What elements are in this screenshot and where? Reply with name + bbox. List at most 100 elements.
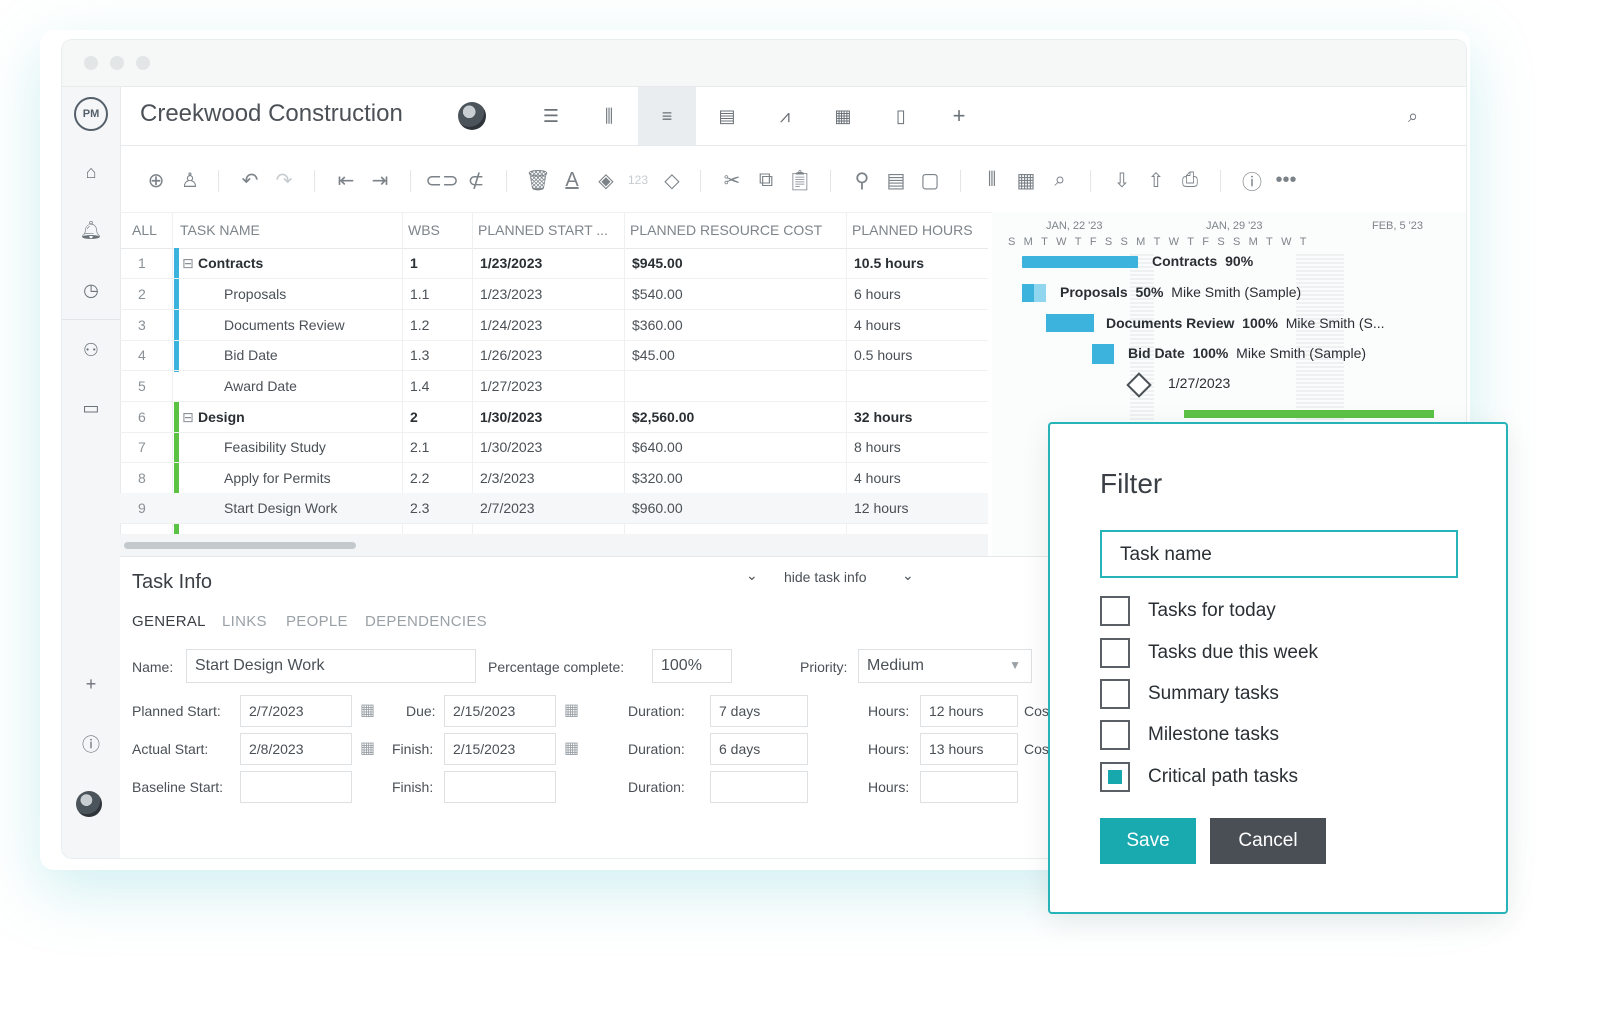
col-task-name[interactable]: TASK NAME xyxy=(180,222,260,238)
unlink-icon[interactable]: ⊄ xyxy=(462,166,490,194)
home-icon[interactable]: ⌂ xyxy=(78,159,104,185)
baseline-duration-field[interactable] xyxy=(710,771,808,803)
copy-icon[interactable]: ⧉ xyxy=(752,166,780,194)
undo-icon[interactable]: ↶ xyxy=(236,166,264,194)
tab-general[interactable]: GENERAL xyxy=(132,613,206,630)
col-resource-cost[interactable]: PLANNED RESOURCE COST xyxy=(630,222,822,238)
chevron-down-icon[interactable]: ⌄ xyxy=(902,567,914,584)
baseline-hours-field[interactable] xyxy=(920,771,1018,803)
cancel-button[interactable]: Cancel xyxy=(1210,818,1326,864)
redo-icon[interactable]: ↷ xyxy=(270,166,298,194)
table-row[interactable]: 7 Feasibility Study 2.1 1/30/2023 $640.0… xyxy=(120,432,988,463)
duration-field[interactable]: 7 days xyxy=(710,695,808,727)
checkbox-tasks-today[interactable] xyxy=(1100,596,1130,626)
files-view-icon[interactable]: ▯ xyxy=(872,87,930,145)
add-icon[interactable]: + xyxy=(78,671,104,697)
save-button[interactable]: Save xyxy=(1100,818,1196,864)
hours-field[interactable]: 12 hours xyxy=(920,695,1018,727)
fill-color-icon[interactable]: ◈ xyxy=(592,166,620,194)
tab-dependencies[interactable]: DEPENDENCIES xyxy=(365,613,487,630)
table-row-selected[interactable]: 9 Start Design Work 2.3 2/7/2023 $960.00… xyxy=(120,493,988,524)
gantt-view-icon[interactable]: ≡ xyxy=(638,87,696,145)
col-wbs[interactable]: WBS xyxy=(408,222,440,238)
zoom-icon[interactable]: ⌕ xyxy=(1046,166,1074,194)
gantt-bar-contracts[interactable] xyxy=(1022,256,1138,268)
outdent-icon[interactable]: ⇤ xyxy=(332,166,360,194)
actual-start-field[interactable]: 2/8/2023 xyxy=(240,733,352,765)
checkbox-milestone-tasks[interactable] xyxy=(1100,720,1130,750)
dashboard-view-icon[interactable]: ⩘ xyxy=(756,87,814,145)
baseline-finish-field[interactable] xyxy=(444,771,556,803)
gantt-bar-bid-date[interactable] xyxy=(1092,344,1114,364)
table-row[interactable]: 1 ⊟ Contracts 1 1/23/2023 $945.00 10.5 h… xyxy=(120,248,988,279)
actual-hours-field[interactable]: 13 hours xyxy=(920,733,1018,765)
add-view-icon[interactable]: + xyxy=(930,87,988,145)
checkbox-summary-tasks[interactable] xyxy=(1100,679,1130,709)
time-icon[interactable]: ◷ xyxy=(78,277,104,303)
col-planned-hours[interactable]: PLANNED HOURS xyxy=(852,222,973,238)
attachment-icon[interactable]: ⚲ xyxy=(848,166,876,194)
horizontal-scrollbar[interactable] xyxy=(120,534,988,556)
sheet-view-icon[interactable]: ▤ xyxy=(698,87,756,145)
board-view-icon[interactable]: ⫼ xyxy=(580,87,638,145)
finish-date-field[interactable]: 2/15/2023 xyxy=(444,733,556,765)
indent-icon[interactable]: ⇥ xyxy=(366,166,394,194)
notes-icon[interactable]: ▤ xyxy=(882,166,910,194)
calendar-icon[interactable]: ▦ xyxy=(360,738,378,757)
assign-user-icon[interactable]: ♙ xyxy=(176,166,204,194)
import-icon[interactable]: ⇩ xyxy=(1108,166,1136,194)
percentage-complete-field[interactable]: 100% xyxy=(652,649,732,683)
baseline-start-field[interactable] xyxy=(240,771,352,803)
planned-start-field[interactable]: 2/7/2023 xyxy=(240,695,352,727)
print-icon[interactable]: ⎙ xyxy=(1176,166,1204,194)
numbering-icon[interactable]: 123 xyxy=(624,166,652,194)
cut-icon[interactable]: ✂ xyxy=(718,166,746,194)
table-row[interactable]: 5 Award Date 1.4 1/27/2023 xyxy=(120,371,988,402)
search-icon[interactable]: ⌕ xyxy=(1384,87,1442,145)
table-row[interactable]: 2 Proposals 1.1 1/23/2023 $540.00 6 hour… xyxy=(120,279,988,310)
gantt-bar-proposals[interactable] xyxy=(1022,284,1046,302)
scroll-thumb[interactable] xyxy=(124,542,356,549)
hide-task-info-toggle[interactable]: hide task info xyxy=(784,569,867,585)
checkbox-tasks-due-week[interactable] xyxy=(1100,638,1130,668)
gantt-bar-design[interactable] xyxy=(1184,410,1434,418)
milestone-icon[interactable]: ◇ xyxy=(658,166,686,194)
info-icon[interactable]: ⓘ xyxy=(1238,166,1266,194)
project-avatar[interactable] xyxy=(458,102,486,130)
chevron-down-icon[interactable]: ⌄ xyxy=(746,567,758,584)
col-all[interactable]: ALL xyxy=(132,222,157,238)
calendar-icon[interactable]: ▦ xyxy=(360,700,378,719)
filter-field[interactable]: Task name xyxy=(1100,530,1458,578)
help-icon[interactable]: ⓘ xyxy=(78,731,104,757)
tab-links[interactable]: LINKS xyxy=(222,613,267,630)
calendar-icon[interactable]: ▦ xyxy=(564,738,582,757)
notifications-icon[interactable]: 🔔︎ xyxy=(78,217,104,243)
link-icon[interactable]: ⊂⊃ xyxy=(425,166,459,194)
user-avatar[interactable] xyxy=(76,791,102,817)
text-color-icon[interactable]: A xyxy=(558,166,586,194)
more-icon[interactable]: ••• xyxy=(1272,166,1300,194)
table-row[interactable]: 6 ⊟ Design 2 1/30/2023 $2,560.00 32 hour… xyxy=(120,402,988,433)
grid-icon[interactable]: ▦ xyxy=(1012,166,1040,194)
priority-select[interactable]: Medium ▼ xyxy=(858,649,1032,683)
window-zoom-dot[interactable] xyxy=(136,56,150,70)
col-planned-start[interactable]: PLANNED START ... xyxy=(478,222,608,238)
window-minimize-dot[interactable] xyxy=(110,56,124,70)
add-task-icon[interactable]: ⊕ xyxy=(142,166,170,194)
due-date-field[interactable]: 2/15/2023 xyxy=(444,695,556,727)
comment-icon[interactable]: ▢ xyxy=(916,166,944,194)
calendar-view-icon[interactable]: ▦ xyxy=(814,87,872,145)
table-row[interactable]: 3 Documents Review 1.2 1/24/2023 $360.00… xyxy=(120,310,988,341)
table-row[interactable]: 4 Bid Date 1.3 1/26/2023 $45.00 0.5 hour… xyxy=(120,340,988,371)
list-view-icon[interactable]: ☰ xyxy=(522,87,580,145)
calendar-icon[interactable]: ▦ xyxy=(564,700,582,719)
collapse-icon[interactable]: ⊟ xyxy=(182,409,194,426)
gantt-bar-documents-review[interactable] xyxy=(1046,314,1094,332)
export-icon[interactable]: ⇧ xyxy=(1142,166,1170,194)
paste-icon[interactable]: 📋︎ xyxy=(786,166,814,194)
task-name-field[interactable]: Start Design Work xyxy=(186,649,476,683)
actual-duration-field[interactable]: 6 days xyxy=(710,733,808,765)
tab-people[interactable]: PEOPLE xyxy=(286,613,348,630)
columns-icon[interactable]: ⫴ xyxy=(978,166,1006,194)
table-row[interactable]: 8 Apply for Permits 2.2 2/3/2023 $320.00… xyxy=(120,463,988,494)
